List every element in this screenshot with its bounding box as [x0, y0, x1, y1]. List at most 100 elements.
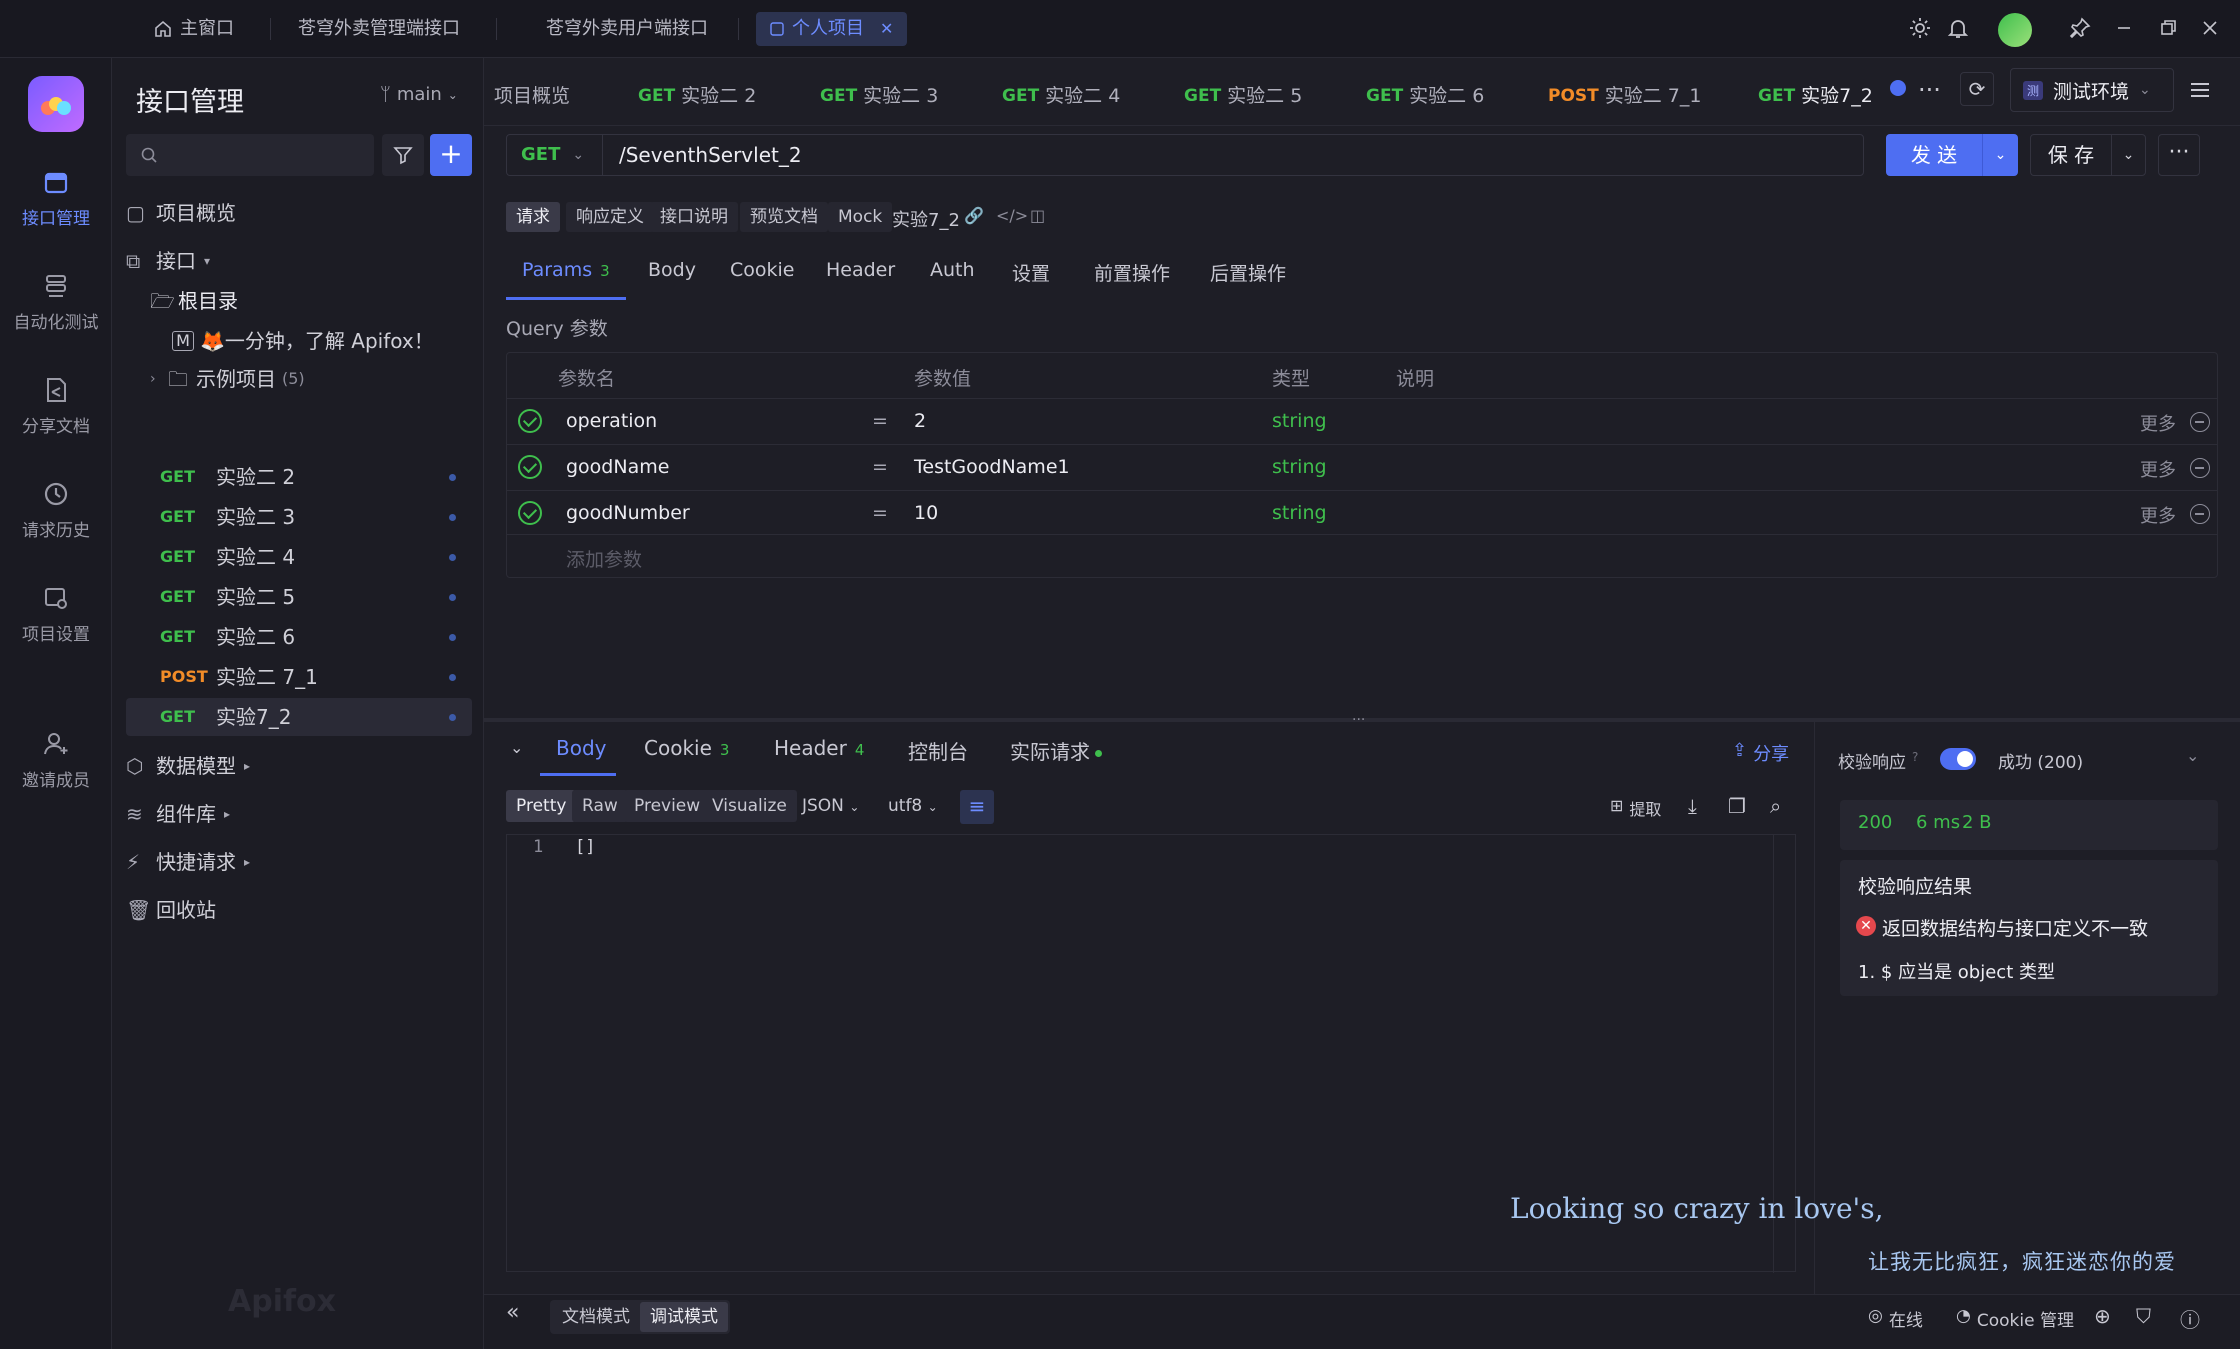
share-button[interactable]: ⇪ 分享 [1732, 740, 1789, 766]
format-tab[interactable]: Pretty [506, 790, 577, 822]
download-icon[interactable]: ⤓ [1688, 794, 1697, 818]
param-name[interactable]: goodNumber [566, 502, 690, 524]
param-type[interactable]: string [1272, 502, 1327, 524]
mode-tab[interactable]: 响应定义 [566, 202, 654, 232]
sidebar-api-item[interactable]: GET 实验二 3 [126, 498, 472, 536]
param-tab[interactable]: 后置操作 [1210, 259, 1286, 286]
request-tab[interactable]: POST 实验二 7_1 [1546, 70, 1703, 122]
status-select[interactable]: 成功 (200) [1998, 748, 2083, 773]
filter-button[interactable] [382, 134, 424, 176]
remove-param-icon[interactable] [2190, 458, 2210, 478]
format-select[interactable]: JSON ⌄ [802, 796, 859, 816]
close-icon[interactable]: ✕ [880, 12, 893, 46]
remove-param-icon[interactable] [2190, 504, 2210, 524]
param-tab[interactable]: 设置 [1012, 259, 1050, 286]
sidebar-item-quick-request[interactable]: ⚡ 快捷请求 ▸ [126, 843, 472, 881]
link-icon[interactable]: 🔗 [964, 206, 984, 225]
param-tab[interactable]: Cookie [730, 259, 795, 281]
chevron-down-icon[interactable]: ⌄ [1982, 134, 2018, 176]
search-input[interactable] [126, 134, 374, 176]
url-input[interactable]: /SeventhServlet_2 [619, 135, 802, 175]
request-tab[interactable]: GET 实验二 5 [1182, 70, 1304, 122]
param-tab[interactable]: Header [826, 259, 895, 281]
request-tab[interactable]: GET 实验二 3 [818, 70, 940, 122]
request-tab[interactable]: 项目概览 [492, 70, 572, 122]
format-tab[interactable]: Raw [572, 790, 628, 822]
rail-item-share-doc[interactable]: 分享文档 [0, 376, 112, 437]
panel-icon[interactable]: ◫ [1030, 206, 1045, 225]
rail-item-api[interactable]: 接口管理 [0, 168, 112, 229]
sidebar-item-overview[interactable]: ▢ 项目概览 [126, 194, 472, 232]
response-tab[interactable]: Body [556, 736, 607, 760]
settings-icon[interactable] [1908, 16, 1936, 44]
method-select[interactable]: GET ⌄ [507, 135, 603, 175]
more-link[interactable]: 更多 [2140, 456, 2176, 482]
more-link[interactable]: 更多 [2140, 410, 2176, 436]
rail-item-invite[interactable]: 邀请成员 [0, 730, 112, 791]
remove-param-icon[interactable] [2190, 412, 2210, 432]
search-icon[interactable]: ⌕ [1770, 794, 1781, 818]
mode-tab[interactable]: 预览文档 [740, 202, 828, 232]
param-value[interactable]: 2 [914, 410, 926, 432]
minimize-icon[interactable] [2112, 16, 2140, 44]
tab-admin-api[interactable]: 苍穹外卖管理端接口 [284, 12, 474, 46]
help-circle-icon[interactable]: ⓘ [2180, 1304, 2200, 1333]
environment-select[interactable]: 测 测试环境 ⌄ [2010, 68, 2174, 112]
sidebar-api-item[interactable]: GET 实验二 6 [126, 618, 472, 656]
param-type[interactable]: string [1272, 456, 1327, 478]
param-value[interactable]: 10 [914, 502, 938, 524]
more-link[interactable]: 更多 [2140, 502, 2176, 528]
rail-item-project-settings[interactable]: 项目设置 [0, 584, 112, 645]
online-status[interactable]: ◎ 在线 [1868, 1306, 1923, 1331]
more-actions-button[interactable]: ··· [2158, 134, 2200, 176]
tab-personal-project[interactable]: 个人项目 ✕ [756, 12, 908, 46]
validate-toggle[interactable] [1940, 748, 1976, 770]
sidebar-api-item[interactable]: GET 实验二 2 [126, 458, 472, 496]
chevron-down-icon[interactable]: ⌄ [2111, 135, 2145, 175]
format-tab[interactable]: Preview [624, 790, 711, 822]
sidebar-item-recycle[interactable]: 🗑 回收站 [126, 891, 472, 929]
param-name[interactable]: operation [566, 410, 657, 432]
collapse-icon[interactable]: ⌄ [510, 738, 523, 757]
sidebar-item-components[interactable]: ≋ 组件库 ▸ [126, 795, 472, 833]
drag-handle-icon[interactable]: ··· [1352, 712, 1365, 728]
param-tab[interactable]: Params 3 [522, 259, 610, 281]
param-value[interactable]: TestGoodName1 [914, 456, 1070, 478]
format-tab[interactable]: Visualize [702, 790, 797, 822]
code-icon[interactable]: </> [996, 206, 1028, 225]
cookie-manage[interactable]: ◔ Cookie 管理 [1956, 1306, 2074, 1331]
bell-icon[interactable] [1946, 16, 1974, 44]
checkbox-checked-icon[interactable] [518, 455, 542, 479]
pin-icon[interactable] [2068, 16, 2096, 44]
add-button[interactable]: + [430, 134, 472, 176]
wrap-toggle-icon[interactable]: ≡ [960, 790, 994, 824]
response-tab[interactable]: Cookie 3 [644, 736, 729, 760]
param-tab[interactable]: 前置操作 [1094, 259, 1170, 286]
checkbox-checked-icon[interactable] [518, 501, 542, 525]
sidebar-api-item[interactable]: GET 实验7_2 [126, 698, 472, 736]
tab-user-api[interactable]: 苍穹外卖用户端接口 [532, 12, 722, 46]
sidebar-item-interfaces[interactable]: ⧉ 接口 ▾ [126, 242, 472, 280]
add-param-row[interactable]: 添加参数 [506, 534, 2218, 578]
sidebar-item-intro-doc[interactable]: M 🦊一分钟，了解 Apifox！ [172, 322, 472, 360]
save-button[interactable]: 保 存 ⌄ [2030, 134, 2146, 176]
close-window-icon[interactable] [2198, 16, 2226, 44]
sidebar-api-item[interactable]: GET 实验二 4 [126, 538, 472, 576]
request-tab[interactable]: GET 实验二 2 [636, 70, 758, 122]
param-tab[interactable]: Body [648, 259, 696, 281]
restore-icon[interactable] [2156, 16, 2184, 44]
debug-mode-button[interactable]: 调试模式 [640, 1302, 728, 1332]
request-tab[interactable]: GET 实验二 6 [1364, 70, 1486, 122]
send-button[interactable]: 发 送 ⌄ [1886, 134, 2018, 176]
sidebar-api-item[interactable]: GET 实验二 5 [126, 578, 472, 616]
rail-item-history[interactable]: 请求历史 [0, 480, 112, 541]
response-tab[interactable]: Header 4 [774, 736, 864, 760]
refresh-icon[interactable]: ⟳ [1960, 72, 1994, 106]
tab-main-window[interactable]: 主窗口 [140, 12, 248, 46]
doc-mode-button[interactable]: 文档模式 [552, 1302, 640, 1332]
sidebar-item-data-model[interactable]: ⬡ 数据模型 ▸ [126, 747, 472, 785]
rail-item-automation[interactable]: 自动化测试 [0, 272, 112, 333]
checkbox-checked-icon[interactable] [518, 409, 542, 433]
sidebar-item-root[interactable]: 🗁 根目录 [150, 282, 472, 320]
avatar[interactable] [1998, 13, 2032, 47]
